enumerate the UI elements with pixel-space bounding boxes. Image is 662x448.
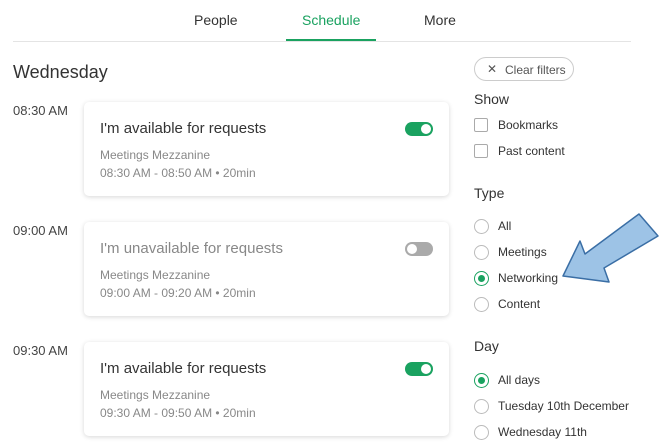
arrow-annotation xyxy=(562,213,659,283)
radio-button[interactable] xyxy=(474,245,489,260)
radio-button[interactable] xyxy=(474,271,489,286)
radio-button[interactable] xyxy=(474,297,489,312)
tab-people[interactable]: People xyxy=(194,12,238,28)
card-time-range: 08:30 AM - 08:50 AM • 20min xyxy=(100,166,256,180)
checkbox[interactable] xyxy=(474,118,488,132)
tabs-divider xyxy=(13,41,631,42)
option-label: Content xyxy=(498,297,541,311)
card-title: I'm available for requests xyxy=(100,120,267,137)
option-label: Meetings xyxy=(498,245,547,259)
clear-filters-button[interactable]: ✕ Clear filters xyxy=(474,57,574,81)
checkbox[interactable] xyxy=(474,144,488,158)
option-label: All xyxy=(498,219,512,233)
option-label: Tuesday 10th December xyxy=(498,399,629,413)
toggle-knob xyxy=(421,124,431,134)
card-time-range: 09:30 AM - 09:50 AM • 20min xyxy=(100,406,256,420)
availability-toggle[interactable] xyxy=(405,362,433,376)
availability-toggle[interactable] xyxy=(405,122,433,136)
option-label: Past content xyxy=(498,144,565,158)
tab-more[interactable]: More xyxy=(424,12,456,28)
day-section-title: Day xyxy=(474,338,499,354)
tab-schedule[interactable]: Schedule xyxy=(302,12,360,28)
day-title: Wednesday xyxy=(13,62,108,82)
option-label: Bookmarks xyxy=(498,118,559,132)
card-title: I'm available for requests xyxy=(100,360,267,377)
clear-filters-label: Clear filters xyxy=(505,63,566,77)
option-label: Networking xyxy=(498,271,559,285)
show-section-title: Show xyxy=(474,91,510,107)
toggle-knob xyxy=(407,244,417,254)
slot-time: 08:30 AM xyxy=(13,103,68,118)
toggle-knob xyxy=(421,364,431,374)
schedule-card[interactable]: I'm available for requests Meetings Mezz… xyxy=(84,342,449,436)
card-location: Meetings Mezzanine xyxy=(100,268,211,282)
radio-button[interactable] xyxy=(474,399,489,414)
card-time-range: 09:00 AM - 09:20 AM • 20min xyxy=(100,286,256,300)
slot-time: 09:00 AM xyxy=(13,223,68,238)
radio-button[interactable] xyxy=(474,373,489,388)
top-tabs: People Schedule More xyxy=(0,0,662,42)
radio-button[interactable] xyxy=(474,219,489,234)
card-location: Meetings Mezzanine xyxy=(100,388,211,402)
option-label: Wednesday 11th xyxy=(498,425,587,439)
schedule-card[interactable]: I'm unavailable for requests Meetings Me… xyxy=(84,222,449,316)
radio-button[interactable] xyxy=(474,425,489,440)
availability-toggle[interactable] xyxy=(405,242,433,256)
option-label: All days xyxy=(498,373,541,387)
slot-time: 09:30 AM xyxy=(13,343,68,358)
card-title: I'm unavailable for requests xyxy=(100,240,283,257)
schedule-card[interactable]: I'm available for requests Meetings Mezz… xyxy=(84,102,449,196)
card-location: Meetings Mezzanine xyxy=(100,148,211,162)
close-icon: ✕ xyxy=(487,62,498,76)
type-section-title: Type xyxy=(474,185,505,201)
